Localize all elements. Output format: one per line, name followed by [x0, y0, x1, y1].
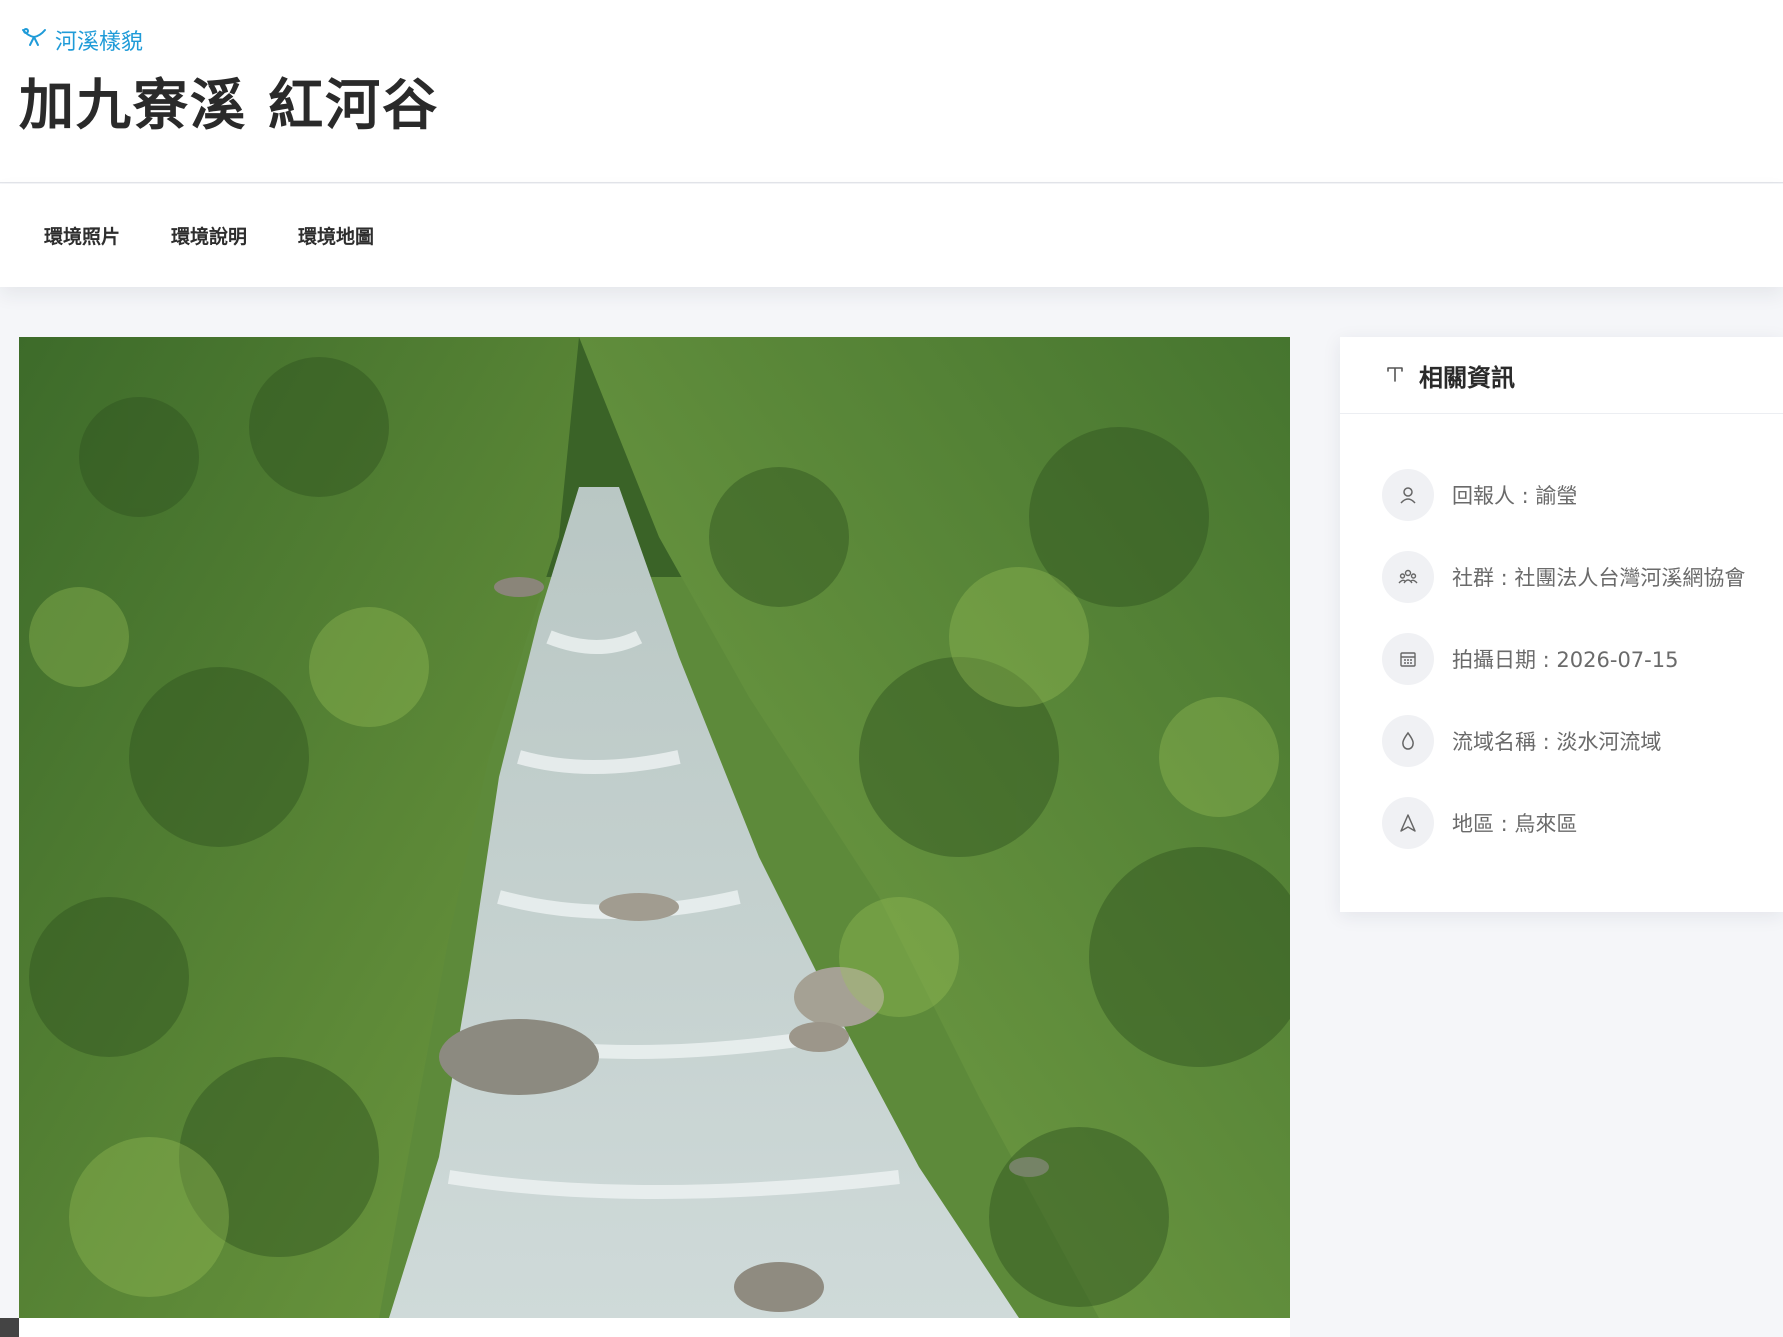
info-list: 回報人 : 諭瑩 社群 : 社團法人台灣河溪網協會 拍攝日期 : 2026-07…	[1340, 414, 1783, 864]
tab-description[interactable]: 環境說明	[171, 222, 247, 249]
info-text: 地區 : 烏來區	[1452, 811, 1578, 836]
page-header: 河溪樣貌 加九寮溪 紅河谷	[0, 0, 1783, 183]
info-card: 相關資訊 回報人 : 諭瑩 社群 : 社團法人台灣河溪網協會 拍攝日期 : 20…	[1340, 337, 1783, 912]
water-drop-icon	[1382, 714, 1434, 767]
info-card-header: 相關資訊	[1340, 337, 1783, 414]
info-text: 回報人 : 諭瑩	[1452, 483, 1578, 508]
river-photo[interactable]	[19, 337, 1290, 1318]
tab-photos[interactable]: 環境照片	[44, 222, 120, 249]
group-icon	[1382, 550, 1434, 603]
calendar-icon	[1382, 632, 1434, 685]
info-text: 社群 : 社團法人台灣河溪網協會	[1452, 565, 1746, 590]
signpost-icon	[1385, 363, 1405, 387]
region-icon	[1382, 796, 1434, 849]
scroll-handle[interactable]	[0, 1318, 19, 1337]
branch-icon	[21, 27, 47, 53]
breadcrumb-label: 河溪樣貌	[55, 30, 144, 55]
info-row-community: 社群 : 社團法人台灣河溪網協會	[1382, 535, 1783, 618]
info-row-date: 拍攝日期 : 2026-07-15	[1382, 617, 1783, 700]
section-tabs: 環境照片 環境說明 環境地圖	[0, 184, 1783, 287]
info-card-title: 相關資訊	[1419, 363, 1515, 392]
user-icon	[1382, 468, 1434, 521]
page-title: 加九寮溪 紅河谷	[19, 73, 440, 137]
breadcrumb-link[interactable]: 河溪樣貌	[21, 24, 143, 56]
info-row-reporter: 回報人 : 諭瑩	[1382, 453, 1783, 536]
info-row-basin: 流域名稱 : 淡水河流域	[1382, 699, 1783, 782]
info-text: 拍攝日期 : 2026-07-15	[1452, 647, 1679, 672]
info-text: 流域名稱 : 淡水河流域	[1452, 729, 1662, 754]
photo-card	[19, 337, 1290, 1337]
info-row-region: 地區 : 烏來區	[1382, 781, 1783, 864]
tab-map[interactable]: 環境地圖	[298, 222, 374, 249]
